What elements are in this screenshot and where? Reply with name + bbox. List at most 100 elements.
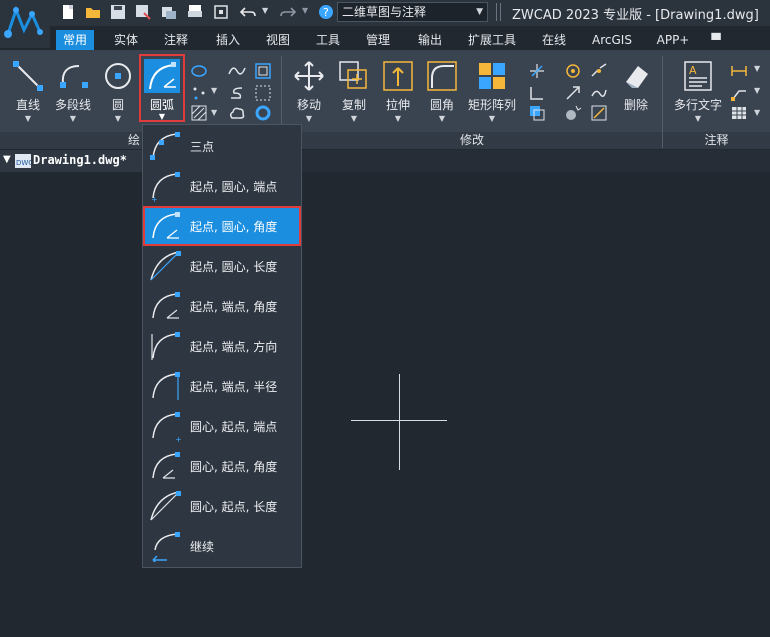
tab-view[interactable]: 视图	[258, 30, 298, 50]
trim-icon[interactable]	[528, 62, 546, 80]
mtext-label: 多行文字	[673, 98, 722, 112]
tab-app-plus[interactable]: APP+	[650, 30, 696, 50]
arc-menu-item-label: 起点, 圆心, 角度	[190, 220, 278, 234]
mirror-icon[interactable]	[528, 84, 546, 102]
arc-menu-item[interactable]: 圆心, 起点, 角度	[143, 446, 301, 486]
polyline-button[interactable]: 多段线 ▼	[51, 56, 95, 124]
svg-text:+: +	[151, 195, 158, 202]
tab-annotate[interactable]: 注释	[156, 30, 196, 50]
save-as-icon[interactable]	[135, 4, 151, 20]
break-icon[interactable]	[590, 62, 608, 80]
chevron-down-icon: ▼	[438, 114, 446, 123]
chevron-down-icon: ▼	[305, 114, 313, 123]
arc-menu-item[interactable]: + 起点, 圆心, 端点	[143, 166, 301, 206]
fillet-button[interactable]: 圆角 ▼	[420, 56, 464, 124]
explode-icon[interactable]	[564, 104, 582, 122]
arc-label: 圆弧	[149, 98, 174, 112]
rect-array-label: 矩形阵列	[467, 98, 516, 112]
chevron-down-icon[interactable]: ▼	[754, 86, 760, 95]
chevron-down-icon[interactable]: ▼	[211, 108, 217, 117]
table-icon[interactable]	[730, 104, 748, 122]
arc-menu-item[interactable]: 起点, 端点, 角度	[143, 286, 301, 326]
modify-panel-title[interactable]: 修改	[282, 132, 662, 149]
redo-icon[interactable]	[280, 4, 297, 20]
tab-online[interactable]: 在线	[534, 30, 574, 50]
zoom-icon[interactable]	[213, 4, 229, 20]
arc-menu-item[interactable]: 起点, 圆心, 长度	[143, 246, 301, 286]
point-icon[interactable]	[190, 84, 208, 102]
window-title: ZWCAD 2023 专业版 - [Drawing1.dwg]	[512, 8, 759, 23]
tab-insert[interactable]: 插入	[208, 30, 248, 50]
document-tab[interactable]: ▼ DWG Drawing1.dwg*	[0, 150, 150, 172]
new-icon[interactable]	[60, 4, 76, 20]
tab-extensions[interactable]: 扩展工具	[460, 30, 524, 50]
rotate-icon[interactable]	[564, 62, 582, 80]
collapse-icon[interactable]: ▼	[3, 154, 11, 165]
tab-tools[interactable]: 工具	[308, 30, 348, 50]
save-icon[interactable]	[110, 4, 126, 20]
chevron-down-icon: ▼	[24, 114, 32, 123]
chevron-down-icon[interactable]: ▼	[211, 86, 217, 95]
arc-menu-item[interactable]: 继续	[143, 526, 301, 566]
annotate-panel-title[interactable]: 注释	[663, 132, 770, 149]
arc-menu-item[interactable]: + 圆心, 起点, 端点	[143, 406, 301, 446]
workspace-select[interactable]: 二维草图与注释 ▼	[337, 2, 488, 22]
line-button[interactable]: 直线 ▼	[6, 56, 50, 124]
ribbon-minimize-icon[interactable]: ▀	[706, 30, 726, 50]
arc-menu-item-label: 起点, 端点, 角度	[190, 300, 278, 314]
arc-menu-item[interactable]: 起点, 端点, 方向	[143, 326, 301, 366]
print-icon[interactable]	[161, 4, 177, 20]
chevron-down-icon: ▼	[394, 114, 402, 123]
leader-icon[interactable]	[730, 84, 748, 102]
copy-button[interactable]: 复制 ▼	[332, 56, 376, 124]
scale-icon[interactable]	[564, 84, 582, 102]
stretch-button[interactable]: 拉伸 ▼	[376, 56, 420, 124]
chevron-down-icon[interactable]: ▼	[754, 108, 760, 117]
revcloud-icon[interactable]	[228, 84, 246, 102]
crosshair-cursor	[399, 374, 400, 470]
arc-menu-item[interactable]: 起点, 端点, 半径	[143, 366, 301, 406]
svg-text:?: ?	[323, 6, 329, 19]
zwcad-logo[interactable]	[0, 0, 50, 48]
redo-dropdown-icon[interactable]: ▼	[302, 6, 308, 15]
tab-arcgis[interactable]: ArcGIS	[586, 30, 638, 50]
tab-output[interactable]: 输出	[410, 30, 450, 50]
chevron-down-icon: ▼	[694, 114, 702, 123]
arc-menu-item-label: 起点, 圆心, 端点	[190, 180, 278, 194]
rect-array-button[interactable]: 矩形阵列 ▼	[468, 56, 516, 124]
boundary-icon[interactable]	[254, 84, 272, 102]
circle-button[interactable]: 圆 ▼	[96, 56, 140, 124]
donut-icon[interactable]	[254, 104, 272, 122]
erase-button[interactable]: 删除	[614, 56, 658, 124]
undo-icon[interactable]	[239, 4, 256, 20]
tab-manage[interactable]: 管理	[358, 30, 398, 50]
title-divider	[496, 3, 497, 21]
arc-button[interactable]: 圆弧 ▼	[139, 54, 185, 122]
move-button[interactable]: 移动 ▼	[287, 56, 331, 124]
tab-solid[interactable]: 实体	[106, 30, 146, 50]
offset-icon[interactable]	[528, 104, 546, 122]
arc-menu-item-label: 圆心, 起点, 端点	[190, 420, 278, 434]
rectangle-icon[interactable]	[254, 62, 272, 80]
spline-icon[interactable]	[228, 62, 246, 80]
arc-dropdown-menu: 三点 + 起点, 圆心, 端点 起点, 圆心, 角度 起点, 圆心, 长度 起点…	[142, 124, 302, 568]
dimension-icon[interactable]	[730, 62, 748, 80]
arc-menu-item[interactable]: 三点	[143, 126, 301, 166]
help-icon[interactable]: ?	[318, 4, 334, 20]
chevron-down-icon: ▼	[488, 114, 496, 123]
arc-menu-item[interactable]: 圆心, 起点, 长度	[143, 486, 301, 526]
cloud-icon[interactable]	[228, 104, 246, 122]
open-icon[interactable]	[85, 4, 101, 20]
chevron-down-icon[interactable]: ▼	[754, 64, 760, 73]
arc-menu-item-selected[interactable]: 起点, 圆心, 角度	[143, 206, 301, 246]
ellipse-icon[interactable]	[190, 62, 208, 80]
mtext-button[interactable]: A 多行文字 ▼	[674, 56, 722, 124]
plot-icon[interactable]	[187, 4, 203, 20]
undo-dropdown-icon[interactable]: ▼	[262, 6, 268, 15]
tab-home[interactable]: 常用	[56, 30, 94, 50]
arc-menu-item-label: 起点, 圆心, 长度	[190, 260, 278, 274]
workspace-label: 二维草图与注释	[342, 5, 427, 19]
svg-text:A: A	[689, 64, 697, 77]
chevron-down-icon: ▼	[69, 114, 77, 123]
hatch-icon[interactable]	[190, 104, 208, 122]
